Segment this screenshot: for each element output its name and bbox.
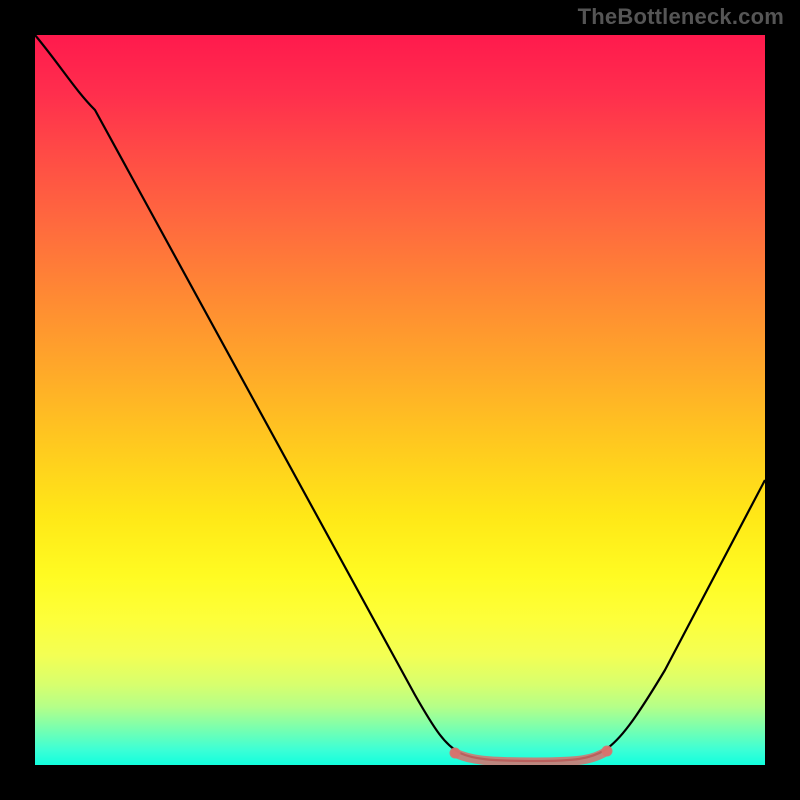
curve-svg: [35, 35, 765, 765]
highlight-dot-left: [450, 748, 461, 759]
watermark-text: TheBottleneck.com: [578, 4, 784, 30]
flat-bottom-highlight-path: [455, 751, 607, 762]
highlight-dot-right: [602, 746, 613, 757]
chart-container: TheBottleneck.com: [0, 0, 800, 800]
plot-area: [35, 35, 765, 765]
bottleneck-curve-path: [35, 35, 765, 761]
